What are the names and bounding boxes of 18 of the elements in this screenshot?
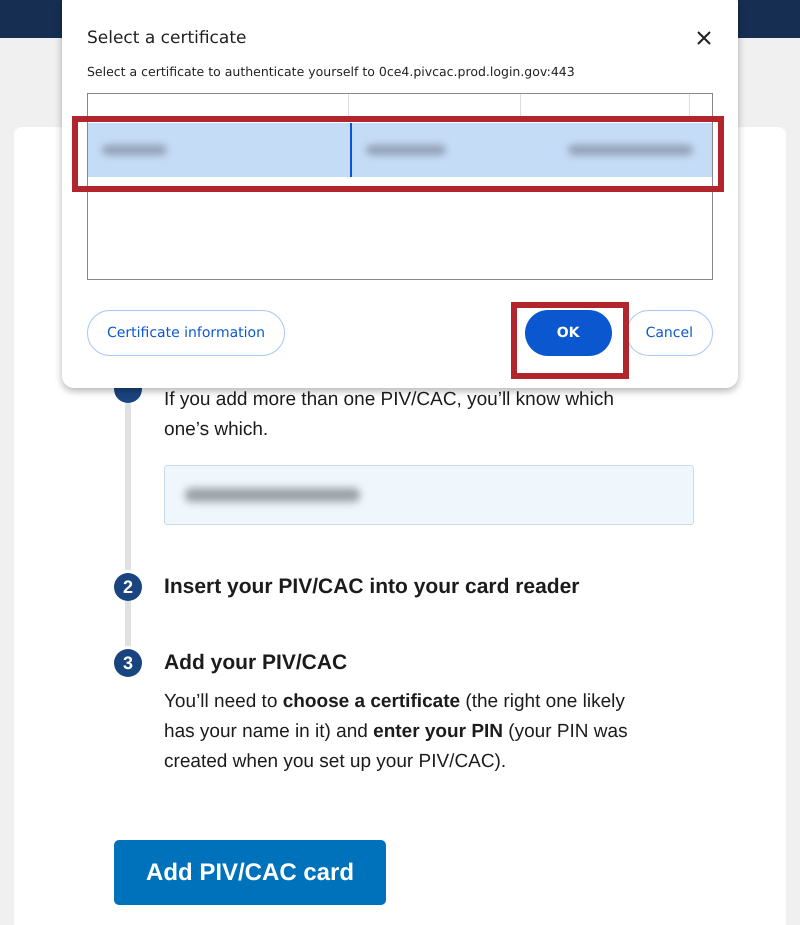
step-description: You’ll need to choose a certificate (the right one likely has your name in it) and enter your PIN (your PIN was created when you set up your PIV/CAC). xyxy=(164,690,629,774)
close-icon[interactable] xyxy=(697,31,711,45)
step-number: 3 xyxy=(114,649,142,677)
step-number: 2 xyxy=(114,573,142,601)
nickname-field[interactable] xyxy=(164,465,694,525)
dialog-title: Select a certificate xyxy=(87,28,246,48)
step-title: Add your PIV/CAC xyxy=(164,650,348,676)
blurred-text-icon xyxy=(185,488,360,502)
step-title: Insert your PIV/CAC into your card reader xyxy=(164,574,580,600)
dialog-subtitle: Select a certificate to authenticate yourself to 0ce4.pivcac.prod.login.gov:443 xyxy=(87,64,576,79)
dialog-button[interactable]: Certificate information xyxy=(87,310,285,356)
certificate-row[interactable] xyxy=(88,123,712,177)
ok-button[interactable]: OK xyxy=(524,310,612,356)
blurred-text-icon xyxy=(568,145,693,155)
blurred-text-icon xyxy=(102,145,167,155)
step-description: If you add more than one PIV/CAC, you’ll know which one’s which. xyxy=(164,388,615,442)
add-card-button[interactable]: Add PIV/CAC card xyxy=(114,840,386,905)
blurred-text-icon xyxy=(366,145,446,155)
